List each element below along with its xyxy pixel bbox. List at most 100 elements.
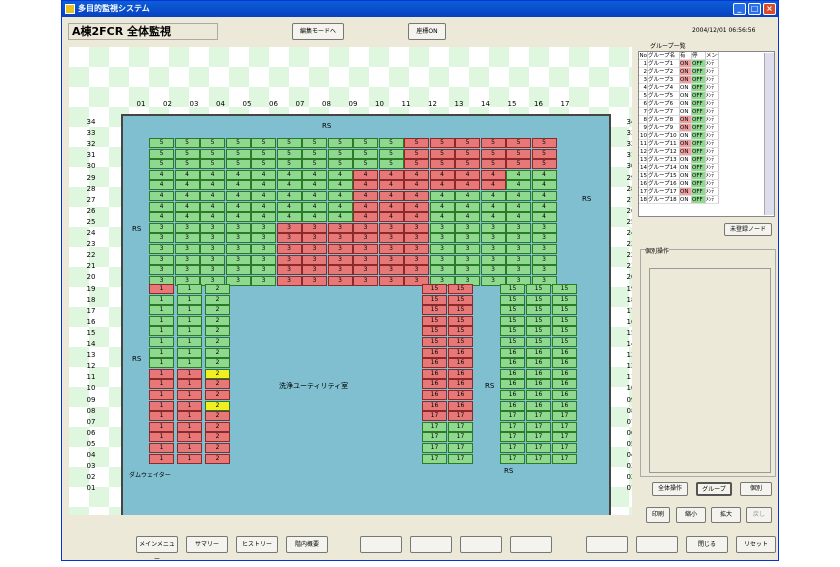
rack-cell[interactable]: 1 bbox=[149, 337, 174, 347]
rack-cell[interactable]: 1 bbox=[149, 400, 174, 411]
rack-cell[interactable]: 3 bbox=[353, 275, 378, 286]
rack-cell[interactable]: 1 bbox=[177, 337, 202, 347]
rack-cell[interactable]: 15 bbox=[448, 284, 473, 294]
rack-cell[interactable]: 1 bbox=[149, 432, 174, 443]
rack-cell[interactable]: 2 bbox=[205, 305, 230, 316]
rack-cell[interactable]: 5 bbox=[455, 138, 480, 148]
reset-button[interactable]: リセット bbox=[736, 536, 776, 553]
rack-cell[interactable]: 5 bbox=[378, 148, 404, 159]
rack-cell[interactable]: 4 bbox=[480, 180, 506, 191]
rack-cell[interactable]: 4 bbox=[353, 212, 378, 223]
rack-cell[interactable]: 3 bbox=[276, 265, 302, 276]
rack-cell[interactable]: 4 bbox=[174, 180, 200, 191]
rack-cell[interactable]: 15 bbox=[422, 315, 447, 326]
rack-cell[interactable]: 4 bbox=[149, 180, 174, 191]
group-button[interactable]: グループ bbox=[696, 482, 732, 496]
rack-cell[interactable]: 17 bbox=[448, 443, 473, 453]
rack-cell[interactable]: 3 bbox=[174, 233, 200, 244]
rack-cell[interactable]: 2 bbox=[205, 315, 230, 326]
rack-cell[interactable]: 16 bbox=[552, 400, 577, 411]
rack-cell[interactable]: 4 bbox=[378, 169, 404, 180]
rack-cell[interactable]: 3 bbox=[327, 222, 353, 233]
rack-cell[interactable]: 5 bbox=[276, 148, 302, 159]
rack-cell[interactable]: 3 bbox=[276, 275, 302, 286]
table-row[interactable]: 13 グループ13 ON OFF ﾒﾝﾃ bbox=[639, 156, 774, 164]
rack-cell[interactable]: 5 bbox=[251, 148, 276, 159]
rack-cell[interactable]: 17 bbox=[500, 443, 525, 453]
rack-cell[interactable]: 16 bbox=[552, 358, 577, 369]
table-row[interactable]: 3 グループ3 ON OFF ﾒﾝﾃ bbox=[639, 76, 774, 84]
rack-cell[interactable]: 4 bbox=[531, 201, 557, 212]
rack-cell[interactable]: 5 bbox=[429, 138, 455, 148]
rack-cell[interactable]: 5 bbox=[404, 138, 429, 148]
rack-cell[interactable]: 3 bbox=[149, 244, 174, 254]
rack-cell[interactable]: 4 bbox=[251, 201, 276, 212]
rack-cell[interactable]: 15 bbox=[500, 315, 525, 326]
rack-cell[interactable]: 2 bbox=[205, 411, 230, 422]
rack-cell[interactable]: 3 bbox=[404, 265, 429, 276]
rack-cell[interactable]: 3 bbox=[480, 265, 506, 276]
rack-cell[interactable]: 15 bbox=[500, 294, 525, 305]
table-row[interactable]: 5 グループ5 ON OFF ﾒﾝﾃ bbox=[639, 92, 774, 100]
rack-cell[interactable]: 16 bbox=[526, 390, 551, 400]
rack-cell[interactable]: 1 bbox=[149, 358, 174, 369]
rack-cell[interactable]: 3 bbox=[327, 244, 353, 254]
rack-cell[interactable]: 1 bbox=[149, 421, 174, 432]
rack-cell[interactable]: 17 bbox=[422, 432, 447, 443]
rack-cell[interactable]: 3 bbox=[174, 222, 200, 233]
rack-cell[interactable]: 17 bbox=[500, 432, 525, 443]
rack-cell[interactable]: 1 bbox=[149, 411, 174, 422]
rack-cell[interactable]: 3 bbox=[149, 254, 174, 265]
rack-cell[interactable]: 3 bbox=[455, 265, 480, 276]
rack-cell[interactable]: 5 bbox=[149, 148, 174, 159]
rack-cell[interactable]: 2 bbox=[205, 379, 230, 390]
close-screen-button[interactable]: 閉じる bbox=[686, 536, 728, 553]
rack-cell[interactable]: 1 bbox=[149, 453, 174, 464]
rack-cell[interactable]: 3 bbox=[200, 265, 225, 276]
rack-cell[interactable]: 3 bbox=[378, 233, 404, 244]
rack-cell[interactable]: 15 bbox=[526, 294, 551, 305]
rack-cell[interactable]: 1 bbox=[177, 400, 202, 411]
rack-cell[interactable]: 16 bbox=[500, 368, 525, 379]
table-row[interactable]: 4 グループ4 ON OFF ﾒﾝﾃ bbox=[639, 84, 774, 92]
rack-cell[interactable]: 5 bbox=[174, 138, 200, 148]
rack-cell[interactable]: 17 bbox=[526, 411, 551, 422]
rack-cell[interactable]: 4 bbox=[327, 169, 353, 180]
history-button[interactable]: ヒストリー bbox=[236, 536, 278, 553]
rack-cell[interactable]: 4 bbox=[480, 169, 506, 180]
rack-cell[interactable]: 3 bbox=[302, 222, 327, 233]
rack-cell[interactable]: 4 bbox=[225, 180, 251, 191]
group-list-table[interactable]: Noグループ名有停メンテ 1グループ1ONOFFﾒﾝﾃ2グループ2ONOFFﾒﾝ… bbox=[638, 51, 775, 217]
rack-cell[interactable]: 5 bbox=[302, 138, 327, 148]
rack-cell[interactable]: 1 bbox=[177, 453, 202, 464]
rack-cell[interactable]: 4 bbox=[429, 180, 455, 191]
rack-cell[interactable]: 2 bbox=[205, 432, 230, 443]
rack-cell[interactable]: 4 bbox=[251, 180, 276, 191]
rack-cell[interactable]: 2 bbox=[205, 284, 230, 294]
table-row[interactable]: 18 グループ18 ON OFF ﾒﾝﾃ bbox=[639, 196, 774, 204]
rack-cell[interactable]: 3 bbox=[378, 265, 404, 276]
rack-cell[interactable]: 4 bbox=[174, 201, 200, 212]
rack-cell[interactable]: 16 bbox=[422, 390, 447, 400]
rack-cell[interactable]: 1 bbox=[149, 315, 174, 326]
rack-cell[interactable]: 4 bbox=[378, 180, 404, 191]
rack-cell[interactable]: 5 bbox=[531, 138, 557, 148]
rack-cell[interactable]: 5 bbox=[174, 159, 200, 170]
rack-cell[interactable]: 5 bbox=[429, 148, 455, 159]
rack-cell[interactable]: 3 bbox=[225, 233, 251, 244]
rack-cell[interactable]: 3 bbox=[455, 233, 480, 244]
rack-cell[interactable]: 3 bbox=[251, 265, 276, 276]
minimize-button[interactable]: _ bbox=[733, 3, 746, 15]
rack-cell[interactable]: 3 bbox=[480, 222, 506, 233]
rack-cell[interactable]: 5 bbox=[531, 159, 557, 170]
rack-cell[interactable]: 17 bbox=[526, 421, 551, 432]
rack-cell[interactable]: 5 bbox=[480, 148, 506, 159]
rack-cell[interactable]: 3 bbox=[302, 254, 327, 265]
rack-cell[interactable]: 3 bbox=[429, 265, 455, 276]
table-row[interactable]: 17 グループ17 ON OFF ﾒﾝﾃ bbox=[639, 188, 774, 196]
rack-cell[interactable]: 17 bbox=[422, 421, 447, 432]
rack-cell[interactable]: 3 bbox=[225, 254, 251, 265]
rack-cell[interactable]: 4 bbox=[302, 212, 327, 223]
rack-cell[interactable]: 15 bbox=[552, 294, 577, 305]
rack-cell[interactable]: 15 bbox=[526, 315, 551, 326]
